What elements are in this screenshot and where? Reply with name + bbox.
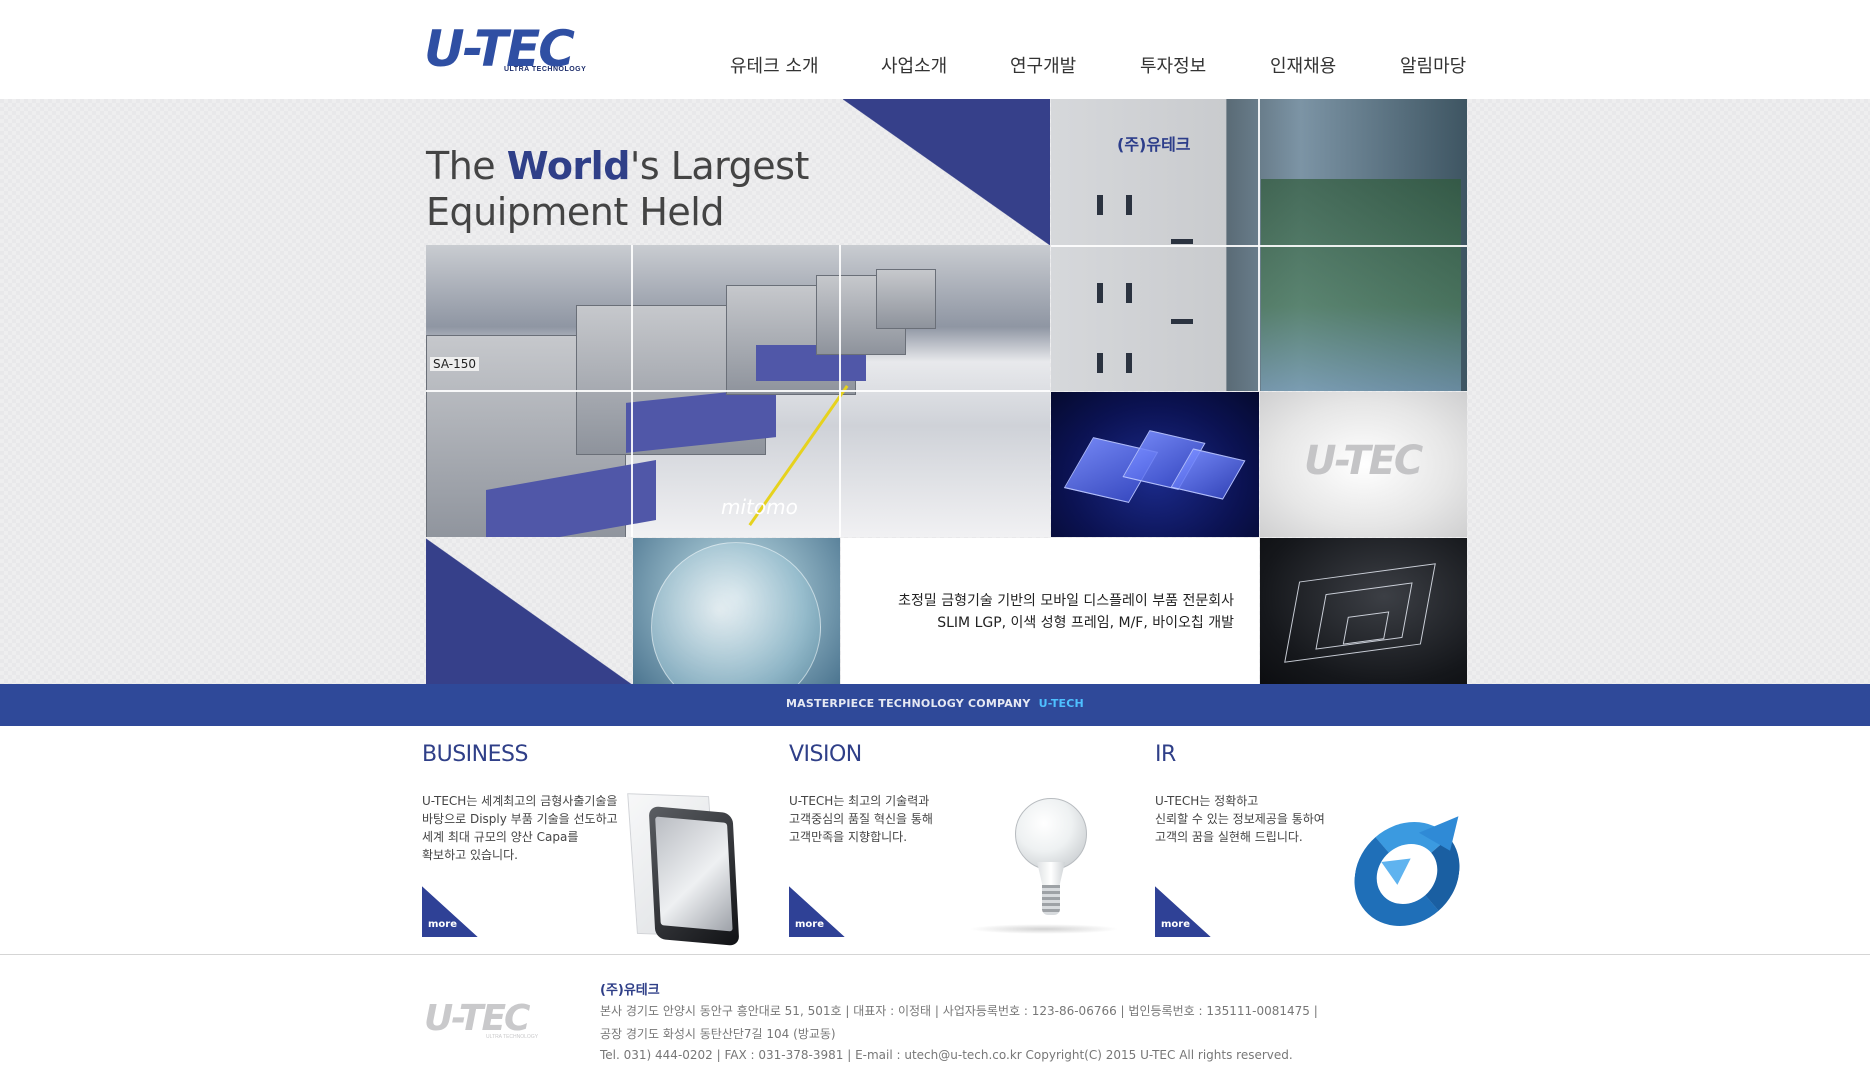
more-label: more xyxy=(428,919,458,930)
business-desc-line: 바탕으로 Disply 부품 기술을 선도하고 xyxy=(422,812,618,826)
nav-item-business[interactable]: 사업소개 xyxy=(881,52,947,78)
vision-section: VISION U-TECH는 최고의 기술력과 고객중심의 품질 혁신을 통해 … xyxy=(789,740,1119,940)
hero-headline: The World's Largest Equipment Held xyxy=(426,143,809,235)
hero-tagline-box: 초정밀 금형기술 기반의 모바일 디스플레이 부품 전문회사 SLIM LGP,… xyxy=(841,538,1259,684)
machine-brand-label: mitomo xyxy=(721,495,798,519)
logo-watermark-tile: U-TEC xyxy=(1260,392,1467,537)
business-description: U-TECH는 세계최고의 금형사출기술을 바탕으로 Disply 부품 기술을… xyxy=(422,792,618,864)
footer-address-factory: 공장 경기도 화성시 동탄산단7길 104 (방교동) xyxy=(600,1027,836,1041)
footer-divider xyxy=(0,954,1870,955)
footer-logo: U-TEC xyxy=(424,998,530,1039)
lightbulb-base xyxy=(1042,885,1060,915)
ir-description: U-TECH는 정확하고 신뢰할 수 있는 정보제공을 통하여 고객의 꿈을 실… xyxy=(1155,792,1325,846)
more-label: more xyxy=(1161,919,1191,930)
logo-watermark-text: U-TEC xyxy=(1304,438,1423,484)
grid-divider xyxy=(1051,245,1467,247)
vision-title: VISION xyxy=(789,742,862,767)
footer-logo-subtitle: ULTRA TECHNOLOGY xyxy=(486,1034,539,1040)
decor-triangle-top xyxy=(843,99,1050,245)
nav-item-careers[interactable]: 인재채용 xyxy=(1270,52,1336,78)
nav-item-about[interactable]: 유테크 소개 xyxy=(730,52,819,78)
ir-section: IR U-TECH는 정확하고 신뢰할 수 있는 정보제공을 통하여 고객의 꿈… xyxy=(1155,740,1485,940)
business-title: BUSINESS xyxy=(422,742,528,767)
site-header xyxy=(0,0,1870,99)
phone-icon xyxy=(648,805,740,947)
vision-desc-line: U-TECH는 최고의 기술력과 xyxy=(789,794,930,808)
lgp-photo xyxy=(1260,538,1467,684)
slogan-highlight: U-TECH xyxy=(1038,697,1084,710)
nav-item-investor[interactable]: 투자정보 xyxy=(1140,52,1206,78)
vision-desc-line: 고객중심의 품질 혁신을 통해 xyxy=(789,812,933,826)
bulb-shadow xyxy=(969,924,1119,934)
machine-model-tag: SA-150 xyxy=(430,357,480,371)
vision-description: U-TECH는 최고의 기술력과 고객중심의 품질 혁신을 통해 고객만족을 지… xyxy=(789,792,933,846)
nav-item-notice[interactable]: 알림마당 xyxy=(1400,52,1466,78)
grid-divider xyxy=(426,390,1050,392)
ir-more-button[interactable]: more xyxy=(1155,886,1211,937)
hero-headline-line2: Equipment Held xyxy=(426,190,724,234)
ir-desc-line: 고객의 꿈을 실현해 드립니다. xyxy=(1155,830,1303,844)
lightbulb-icon xyxy=(1015,798,1087,870)
decor-triangle-bottom xyxy=(426,538,632,684)
business-desc-line: U-TECH는 세계최고의 금형사출기술을 xyxy=(422,794,618,808)
business-more-button[interactable]: more xyxy=(422,886,478,937)
more-label: more xyxy=(795,919,825,930)
glass-panels-photo xyxy=(1051,392,1259,537)
site-logo[interactable]: U-TEC ULTRA TECHNOLOGY xyxy=(424,22,596,78)
hero-headline-pre: The xyxy=(426,144,507,188)
business-desc-line: 확보하고 있습니다. xyxy=(422,848,518,862)
logo-subtitle: ULTRA TECHNOLOGY xyxy=(504,66,587,73)
slogan-main: MASTERPIECE TECHNOLOGY COMPANY xyxy=(786,697,1031,710)
vision-more-button[interactable]: more xyxy=(789,886,845,937)
lightbulb-neck xyxy=(1037,862,1065,886)
footer-address-hq: 본사 경기도 안양시 동안구 흥안대로 51, 501호 | 대표자 : 이정태… xyxy=(600,1004,1318,1018)
hero-headline-post: 's Largest xyxy=(629,144,809,188)
slogan-text: MASTERPIECE TECHNOLOGY COMPANY U-TECH xyxy=(0,697,1870,710)
building-sign: (주)유테크 xyxy=(1117,135,1191,154)
hero-headline-highlight: World xyxy=(506,144,631,188)
ir-title: IR xyxy=(1155,742,1176,767)
business-section: BUSINESS U-TECH는 세계최고의 금형사출기술을 바탕으로 Disp… xyxy=(422,740,752,947)
hero-tagline-2: SLIM LGP, 이색 성형 프레임, M/F, 바이오칩 개발 xyxy=(937,615,1234,631)
footer-contact: Tel. 031) 444-0202 | FAX : 031-378-3981 … xyxy=(600,1048,1293,1062)
ir-desc-line: 신뢰할 수 있는 정보제공을 통하여 xyxy=(1155,812,1325,826)
hero-tagline-1: 초정밀 금형기술 기반의 모바일 디스플레이 부품 전문회사 xyxy=(898,593,1234,609)
ir-desc-line: U-TECH는 정확하고 xyxy=(1155,794,1259,808)
business-desc-line: 세계 최대 규모의 양산 Capa를 xyxy=(422,830,579,844)
footer-company-name: (주)유테크 xyxy=(600,983,660,998)
biochip-photo xyxy=(633,538,840,684)
nav-item-rnd[interactable]: 연구개발 xyxy=(1010,52,1076,78)
vision-desc-line: 고객만족을 지향합니다. xyxy=(789,830,908,844)
